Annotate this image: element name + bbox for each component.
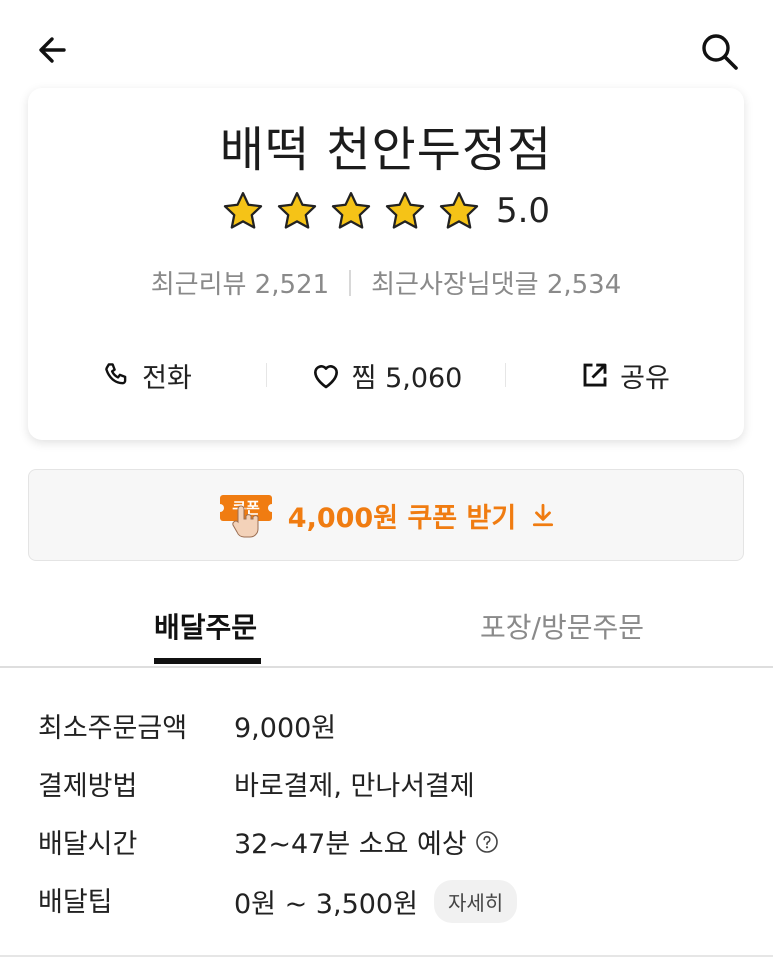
- info-value: 32~47분 소요 예상: [234, 822, 499, 861]
- detail-button[interactable]: 자세히: [433, 880, 518, 923]
- share-label: 공유: [620, 362, 670, 394]
- call-label: 전화: [142, 362, 192, 394]
- recent-reviews-link[interactable]: 최근리뷰 2,521: [151, 264, 329, 301]
- active-tab-indicator: [154, 658, 261, 664]
- top-bar: [0, 0, 773, 100]
- divider: [349, 269, 352, 296]
- back-button[interactable]: [34, 30, 74, 70]
- share-icon: [583, 363, 607, 387]
- info-value: 바로결제, 만나서결제: [234, 771, 475, 802]
- rating-row: 5.0: [28, 190, 744, 232]
- search-icon: [702, 34, 738, 70]
- info-label: 결제방법: [38, 771, 138, 802]
- order-type-tabs: 배달주문 포장/방문주문: [0, 596, 773, 666]
- divider: [0, 955, 773, 957]
- action-row: 전화 찜 5,060 공유: [28, 350, 744, 400]
- download-icon: [533, 503, 554, 527]
- info-value: 0원 ~ 3,500원 자세히: [234, 880, 518, 923]
- coupon-badge-text: 쿠폰: [232, 499, 260, 517]
- search-button[interactable]: [698, 30, 742, 74]
- call-button[interactable]: 전화: [28, 356, 266, 395]
- coupon-hand-icon: 쿠폰: [215, 485, 278, 545]
- coupon-label: 4,000원 쿠폰 받기: [287, 502, 517, 534]
- store-info-card: 배떡 천안두정점 5.0 최근리뷰 2,521 최근사장님댓글 2,534 전화…: [28, 88, 744, 440]
- review-counts: 최근리뷰 2,521 최근사장님댓글 2,534: [28, 264, 744, 301]
- coupon-download-button[interactable]: 쿠폰 4,000원 쿠폰 받기: [28, 469, 744, 561]
- favorite-label: 찜 5,060: [351, 362, 463, 394]
- divider: [0, 666, 773, 668]
- tab-delivery[interactable]: 배달주문: [154, 606, 257, 646]
- star-icon: [223, 192, 263, 229]
- help-icon[interactable]: [475, 830, 499, 854]
- arrow-left-icon: [39, 37, 66, 63]
- info-row-payment: 결제방법 바로결제, 만나서결제: [38, 758, 738, 816]
- tab-pickup[interactable]: 포장/방문주문: [480, 606, 644, 646]
- phone-icon: [105, 363, 127, 385]
- info-label: 배달시간: [38, 829, 138, 860]
- info-label: 최소주문금액: [38, 713, 188, 744]
- star-icon: [385, 192, 425, 229]
- star-icon: [277, 192, 317, 229]
- favorite-button[interactable]: 찜 5,060: [267, 356, 505, 395]
- delivery-info: 최소주문금액 9,000원 결제방법 바로결제, 만나서결제 배달시간 32~4…: [38, 700, 738, 932]
- share-button[interactable]: 공유: [506, 356, 744, 395]
- owner-replies-link[interactable]: 최근사장님댓글 2,534: [371, 264, 621, 301]
- info-value: 9,000원: [234, 713, 337, 744]
- info-label: 배달팁: [38, 887, 113, 918]
- store-name: 배떡 천안두정점: [219, 122, 553, 178]
- rating-value: 5.0: [495, 191, 551, 231]
- star-icon: [439, 192, 479, 229]
- info-row-delivery-time: 배달시간 32~47분 소요 예상: [38, 816, 738, 874]
- info-row-delivery-tip: 배달팁 0원 ~ 3,500원 자세히: [38, 874, 738, 932]
- heart-icon: [313, 365, 338, 389]
- star-icon: [331, 192, 371, 229]
- info-row-min-order: 최소주문금액 9,000원: [38, 700, 738, 758]
